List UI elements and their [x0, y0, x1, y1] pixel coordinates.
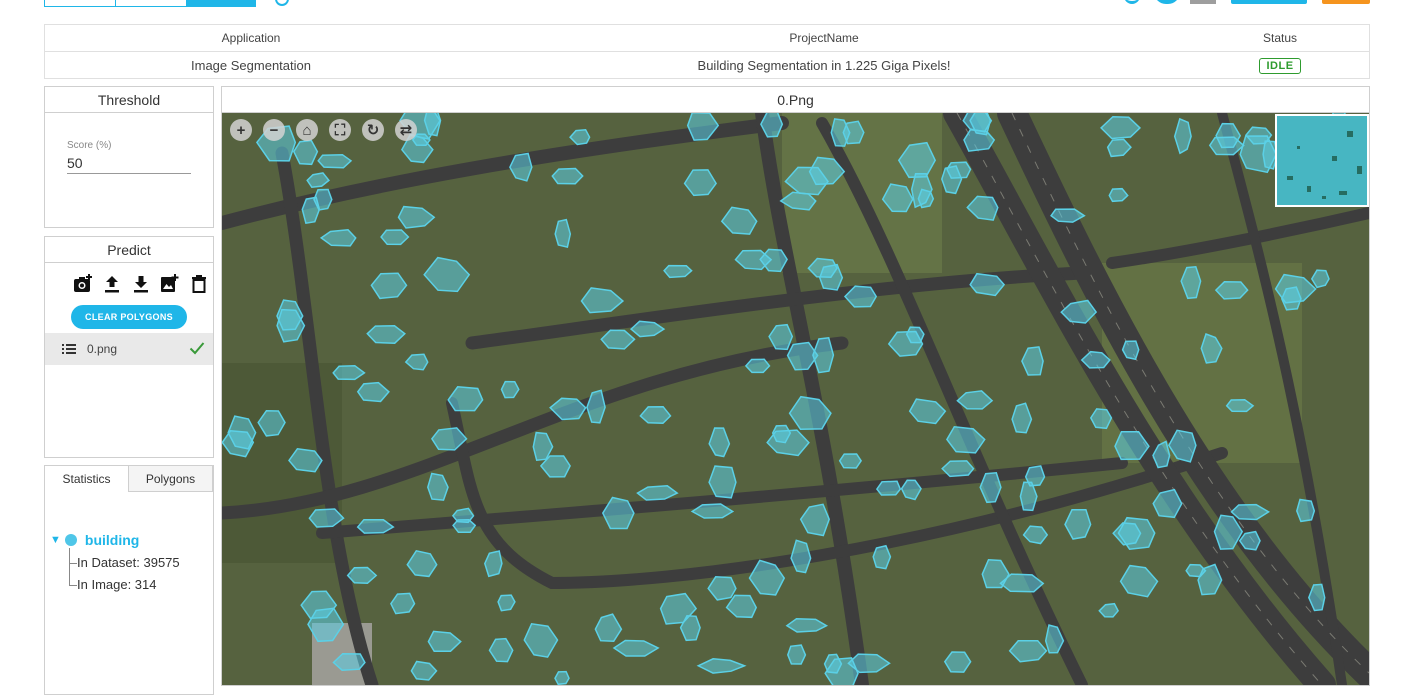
info-icon[interactable]	[275, 0, 289, 6]
file-name: 0.png	[87, 342, 118, 356]
tree-connector	[69, 548, 70, 586]
info-header-row: Application ProjectName Status	[45, 25, 1369, 52]
stats-tabs: Statistics Polygons	[45, 466, 213, 492]
header-project-name: ProjectName	[789, 31, 859, 45]
file-list-item[interactable]: 0.png	[45, 333, 213, 365]
navigator-minimap[interactable]	[1275, 114, 1369, 207]
list-icon	[62, 344, 76, 354]
home-icon[interactable]: ⌂	[296, 119, 318, 141]
tree-branch	[69, 563, 77, 564]
in-image-count: In Image: 314	[77, 577, 157, 592]
building-polygon[interactable]	[946, 161, 972, 179]
building-polygon[interactable]	[786, 644, 807, 665]
toolbar-orange-button[interactable]	[1322, 0, 1370, 4]
satellite-map[interactable]: + − ⌂ ⛶ ↻ ⇄	[222, 113, 1369, 685]
building-polygon[interactable]	[554, 670, 570, 685]
flip-icon[interactable]: ⇄	[395, 119, 417, 141]
zoom-out-icon[interactable]: −	[263, 119, 285, 141]
score-label: Score (%)	[67, 140, 112, 151]
building-polygon[interactable]	[905, 326, 925, 344]
upload-icon[interactable]	[102, 273, 122, 295]
toolbar-round-icon[interactable]	[1124, 0, 1140, 4]
image-title: 0.Png	[222, 87, 1369, 113]
header-status: Status	[1262, 31, 1298, 45]
minimap-image	[1277, 116, 1367, 205]
threshold-panel: Threshold Score (%)	[44, 86, 214, 228]
tree-branch	[69, 585, 77, 586]
camera-plus-icon[interactable]	[73, 273, 93, 295]
add-image-icon[interactable]	[160, 273, 180, 295]
building-polygon[interactable]	[819, 263, 844, 291]
class-color-dot	[64, 534, 77, 546]
map-canvas[interactable]	[222, 113, 1369, 685]
zoom-controls: + − ⌂ ⛶ ↻ ⇄	[230, 119, 417, 141]
predict-panel: Predict CLEAR POLYGONS 0.png	[44, 236, 214, 458]
toolbar-button-2[interactable]	[115, 0, 186, 7]
building-polygon[interactable]	[1296, 498, 1316, 523]
fullscreen-icon[interactable]: ⛶	[329, 119, 351, 141]
score-input[interactable]	[67, 152, 191, 174]
building-polygon[interactable]	[838, 453, 863, 469]
building-polygon[interactable]	[554, 218, 572, 249]
building-polygon[interactable]	[317, 153, 353, 169]
trash-icon[interactable]	[189, 273, 209, 295]
building-polygon[interactable]	[744, 358, 771, 374]
zoom-in-icon[interactable]: +	[230, 119, 252, 141]
header-application: Application	[221, 31, 281, 45]
rotate-icon[interactable]: ↻	[362, 119, 384, 141]
status-badge: IDLE	[1259, 58, 1301, 74]
tab-statistics[interactable]: Statistics	[45, 466, 129, 492]
statistics-panel: Statistics Polygons ▼ building In Datase…	[44, 465, 214, 695]
building-polygon[interactable]	[875, 480, 902, 496]
image-viewer: 0.Png + − ⌂ ⛶ ↻ ⇄	[221, 86, 1370, 686]
building-polygon[interactable]	[872, 544, 892, 570]
status-cell: IDLE	[1220, 57, 1340, 74]
building-polygon[interactable]	[452, 519, 477, 534]
toolbar-button-3[interactable]	[186, 0, 256, 7]
building-polygon[interactable]	[551, 167, 584, 185]
class-label: building	[84, 532, 140, 548]
check-icon	[189, 342, 205, 355]
toolbar-grey-button[interactable]	[1190, 0, 1216, 4]
caret-down-icon[interactable]: ▼	[50, 534, 61, 546]
project-name-value: Building Segmentation in 1.225 Giga Pixe…	[697, 58, 951, 73]
toolbar-button-1[interactable]	[44, 0, 115, 7]
tree-node-building[interactable]: ▼ building	[50, 530, 139, 550]
toolbar-round-button[interactable]	[1154, 0, 1180, 4]
application-value: Image Segmentation	[191, 58, 311, 73]
predict-toolbar	[73, 273, 209, 295]
top-toolbar	[0, 0, 1405, 10]
in-dataset-count: In Dataset: 39575	[77, 555, 180, 570]
toolbar-blue-button[interactable]	[1231, 0, 1307, 4]
predict-title: Predict	[45, 237, 213, 263]
project-info-table: Application ProjectName Status Image Seg…	[44, 24, 1370, 79]
clear-polygons-button[interactable]: CLEAR POLYGONS	[71, 305, 187, 329]
building-polygon[interactable]	[1280, 286, 1302, 311]
threshold-title: Threshold	[45, 87, 213, 113]
download-icon[interactable]	[131, 273, 151, 295]
info-value-row: Image Segmentation Building Segmentation…	[45, 52, 1369, 79]
tab-polygons[interactable]: Polygons	[129, 466, 213, 492]
